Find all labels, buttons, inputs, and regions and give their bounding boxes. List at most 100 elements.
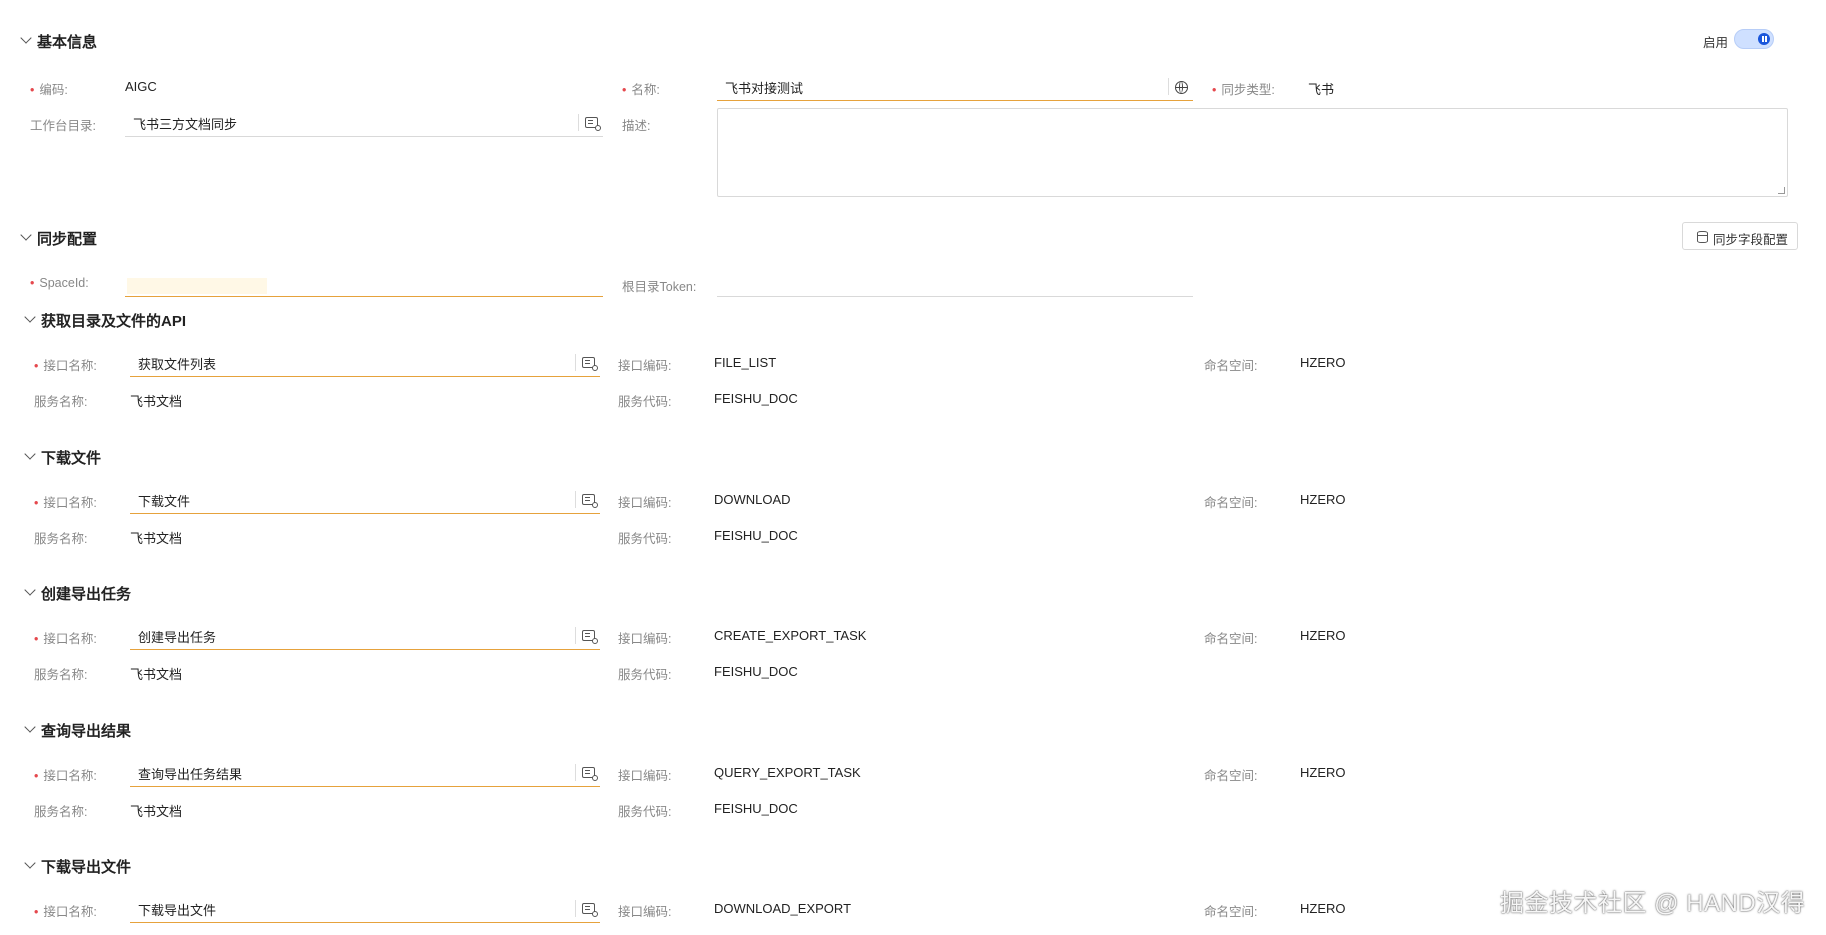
workbench-dir-text: 飞书三方文档同步 <box>133 117 238 132</box>
api-section-title: 获取目录及文件的API <box>41 313 187 330</box>
code-value: AIGC <box>125 79 157 94</box>
interface-code-label: 接口编码: <box>618 905 672 919</box>
lookup-icon[interactable] <box>585 117 601 131</box>
description-textarea[interactable] <box>717 108 1788 197</box>
sync-type-value: 飞书 <box>1308 82 1335 97</box>
section-title-sync-config: 同步配置 <box>37 231 98 248</box>
service-code-label: 服务代码: <box>618 668 672 682</box>
chevron-down-icon <box>20 229 32 241</box>
name-label: • 名称: <box>622 83 660 97</box>
interface-name-field[interactable]: 下载导出文件 <box>130 895 600 923</box>
field-separator <box>1168 78 1169 95</box>
service-name-value: 飞书文档 <box>130 804 183 819</box>
root-token-field[interactable] <box>717 269 1193 297</box>
lookup-icon[interactable] <box>582 767 598 781</box>
field-separator <box>575 900 576 917</box>
enable-toggle[interactable] <box>1734 29 1774 49</box>
interface-name-label: • 接口名称: <box>34 769 97 783</box>
api-section-title: 查询导出结果 <box>41 723 132 740</box>
service-code-value: FEISHU_DOC <box>714 664 798 679</box>
namespace-value: HZERO <box>1300 901 1346 916</box>
chevron-down-icon <box>24 311 36 323</box>
namespace-label: 命名空间: <box>1204 496 1258 510</box>
interface-name-label: • 接口名称: <box>34 496 97 510</box>
code-label: • 编码: <box>30 83 68 97</box>
field-separator <box>578 114 579 131</box>
watermark-text: 掘金技术社区 @ HAND汉得 <box>1500 890 1806 917</box>
resize-handle-icon[interactable] <box>1778 187 1785 194</box>
root-token-label: 根目录Token: <box>622 280 697 294</box>
interface-name-text: 下载文件 <box>138 494 191 509</box>
chevron-down-icon <box>24 448 36 460</box>
interface-name-field[interactable]: 下载文件 <box>130 486 600 514</box>
interface-code-value: FILE_LIST <box>714 355 777 370</box>
space-id-label: • SpaceId: <box>30 276 89 290</box>
namespace-value: HZERO <box>1300 355 1346 370</box>
interface-name-label: • 接口名称: <box>34 905 97 919</box>
interface-name-label: • 接口名称: <box>34 632 97 646</box>
workbench-dir-label: 工作台目录: <box>30 119 96 133</box>
service-name-label: 服务名称: <box>34 668 88 682</box>
service-name-value: 飞书文档 <box>130 531 183 546</box>
field-separator <box>575 354 576 371</box>
interface-code-label: 接口编码: <box>618 632 672 646</box>
chevron-down-icon <box>24 721 36 733</box>
sync-type-label: • 同步类型: <box>1212 83 1275 97</box>
name-field[interactable]: 飞书对接测试 <box>717 73 1193 101</box>
service-code-value: FEISHU_DOC <box>714 391 798 406</box>
chevron-down-icon <box>24 857 36 869</box>
chevron-down-icon <box>20 32 32 44</box>
interface-name-field[interactable]: 创建导出任务 <box>130 622 600 650</box>
namespace-value: HZERO <box>1300 765 1346 780</box>
service-code-value: FEISHU_DOC <box>714 801 798 816</box>
lookup-icon[interactable] <box>582 630 598 644</box>
interface-name-text: 下载导出文件 <box>138 903 217 918</box>
chevron-down-icon <box>24 584 36 596</box>
toggle-knob <box>1758 33 1770 45</box>
namespace-label: 命名空间: <box>1204 632 1258 646</box>
database-icon <box>1697 231 1708 243</box>
globe-icon[interactable] <box>1175 81 1188 94</box>
interface-code-label: 接口编码: <box>618 769 672 783</box>
description-label: 描述: <box>622 119 651 133</box>
interface-name-label: • 接口名称: <box>34 359 97 373</box>
service-name-label: 服务名称: <box>34 395 88 409</box>
service-code-label: 服务代码: <box>618 805 672 819</box>
lookup-icon[interactable] <box>582 494 598 508</box>
enable-label: 启用 <box>1703 36 1729 50</box>
interface-name-field[interactable]: 查询导出任务结果 <box>130 759 600 787</box>
api-section-title: 创建导出任务 <box>41 586 132 603</box>
service-name-value: 飞书文档 <box>130 394 183 409</box>
lookup-icon[interactable] <box>582 903 598 917</box>
interface-code-label: 接口编码: <box>618 359 672 373</box>
lookup-icon[interactable] <box>582 357 598 371</box>
service-code-label: 服务代码: <box>618 532 672 546</box>
interface-code-value: DOWNLOAD <box>714 492 791 507</box>
interface-code-label: 接口编码: <box>618 496 672 510</box>
field-separator <box>575 491 576 508</box>
namespace-label: 命名空间: <box>1204 359 1258 373</box>
service-name-label: 服务名称: <box>34 532 88 546</box>
namespace-value: HZERO <box>1300 628 1346 643</box>
interface-code-value: QUERY_EXPORT_TASK <box>714 765 861 780</box>
service-code-label: 服务代码: <box>618 395 672 409</box>
workbench-dir-field[interactable]: 飞书三方文档同步 <box>125 109 603 137</box>
interface-name-text: 查询导出任务结果 <box>138 767 243 782</box>
section-title-basic-info: 基本信息 <box>37 34 98 51</box>
name-input-text: 飞书对接测试 <box>725 81 804 96</box>
field-separator <box>575 627 576 644</box>
namespace-value: HZERO <box>1300 492 1346 507</box>
field-separator <box>575 764 576 781</box>
interface-code-value: CREATE_EXPORT_TASK <box>714 628 867 643</box>
api-section-title: 下载文件 <box>41 450 102 467</box>
namespace-label: 命名空间: <box>1204 769 1258 783</box>
service-code-value: FEISHU_DOC <box>714 528 798 543</box>
interface-name-text: 获取文件列表 <box>138 357 217 372</box>
interface-name-field[interactable]: 获取文件列表 <box>130 349 600 377</box>
redacted-region <box>127 278 267 294</box>
service-name-value: 飞书文档 <box>130 667 183 682</box>
api-section-title: 下载导出文件 <box>41 859 132 876</box>
namespace-label: 命名空间: <box>1204 905 1258 919</box>
sync-field-config-button[interactable]: 同步字段配置 <box>1682 222 1798 250</box>
interface-name-text: 创建导出任务 <box>138 630 217 645</box>
